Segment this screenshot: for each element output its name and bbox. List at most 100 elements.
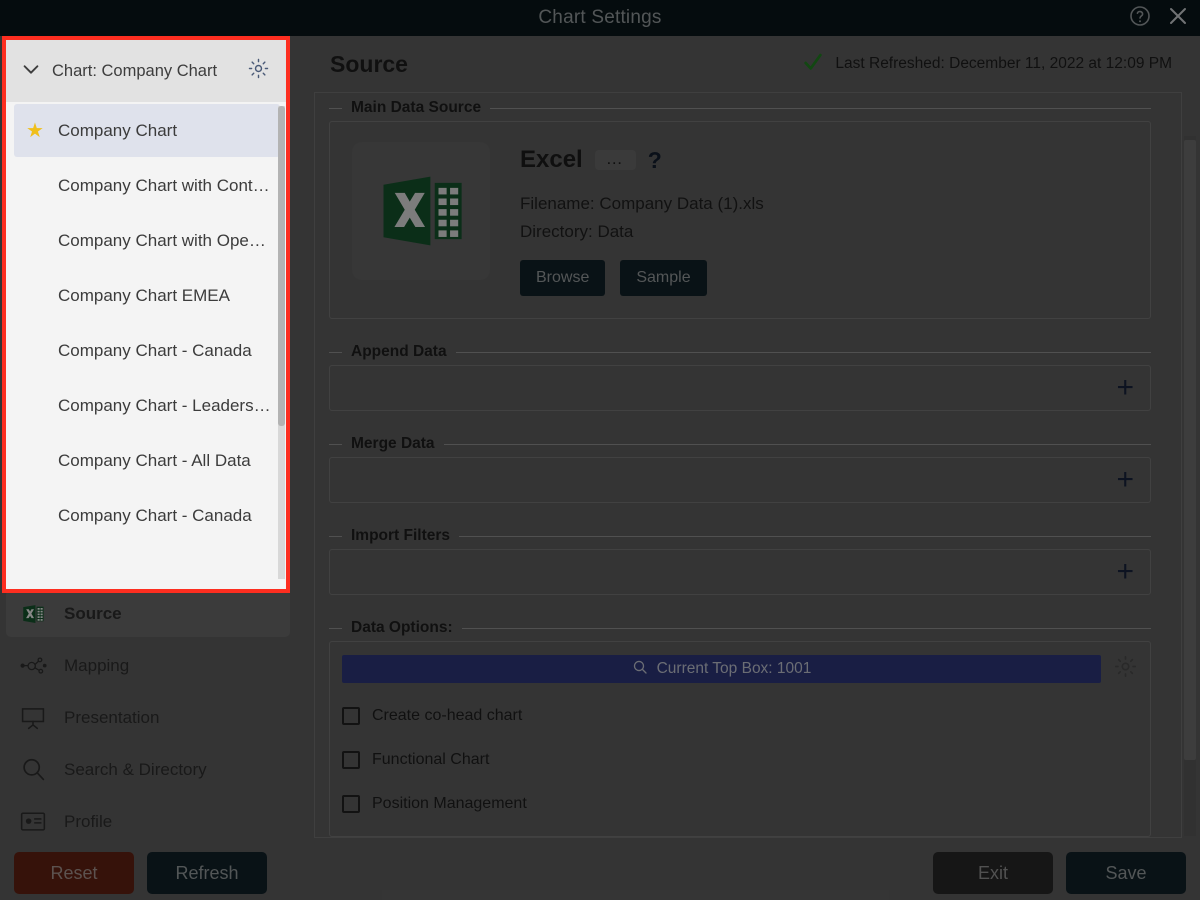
legend-dash-icon bbox=[329, 352, 342, 353]
action-bar: Reset Refresh Exit Save bbox=[0, 846, 1200, 900]
chart-selector-header[interactable]: Chart: Company Chart bbox=[6, 40, 286, 102]
chart-list-item-label: Company Chart - Canada bbox=[58, 341, 252, 361]
search-icon bbox=[18, 755, 48, 785]
checkbox-functional-chart[interactable]: Functional Chart bbox=[342, 738, 1138, 782]
legend-rule bbox=[444, 444, 1151, 445]
chart-list-item[interactable]: Company Chart with Cont… bbox=[14, 159, 280, 212]
sidebar-item-search-directory[interactable]: Search & Directory bbox=[6, 746, 290, 793]
chart-list-item[interactable]: ★ Company Chart bbox=[14, 104, 280, 157]
green-check-icon bbox=[802, 51, 824, 78]
current-top-box-button[interactable]: Current Top Box: 1001 bbox=[342, 655, 1101, 683]
sidebar-nav: Source Mapping bbox=[0, 585, 300, 850]
chart-list-item[interactable]: Company Chart - Leaders… bbox=[14, 379, 280, 432]
section-legend: Main Data Source bbox=[329, 99, 1151, 117]
main-content: Source Last Refreshed: December 11, 2022… bbox=[300, 36, 1200, 846]
page-title: Source bbox=[330, 51, 408, 78]
legend-rule bbox=[456, 352, 1151, 353]
browse-button[interactable]: Browse bbox=[520, 260, 605, 296]
chart-selector-highlight: Chart: Company Chart ★ Company Chart Com… bbox=[2, 36, 290, 593]
import-filters-list: + bbox=[330, 550, 1150, 594]
presentation-screen-icon bbox=[18, 703, 48, 733]
legend-dash-icon bbox=[329, 108, 342, 109]
sidebar-item-label: Presentation bbox=[64, 708, 159, 728]
legend-dash-icon bbox=[329, 536, 342, 537]
legend-rule bbox=[462, 628, 1151, 629]
search-icon bbox=[632, 659, 648, 680]
section-body: Excel … ? Filename: Company Data (1).xls… bbox=[329, 121, 1151, 319]
refresh-button[interactable]: Refresh bbox=[147, 852, 267, 894]
data-source-name: Excel bbox=[520, 146, 583, 174]
chart-list-item-label: Company Chart - All Data bbox=[58, 451, 251, 471]
chart-settings-dialog: Chart Settings bbox=[0, 0, 1200, 900]
gear-icon[interactable] bbox=[247, 57, 270, 85]
data-source-title-row: Excel … ? bbox=[520, 146, 764, 174]
sidebar-item-label: Mapping bbox=[64, 656, 129, 676]
append-data-list: + bbox=[330, 366, 1150, 410]
checkbox-label: Position Management bbox=[372, 795, 527, 813]
close-icon[interactable] bbox=[1166, 4, 1190, 33]
sidebar-item-profile[interactable]: Profile bbox=[6, 798, 290, 845]
section-body: Current Top Box: 1001 Creat bbox=[329, 641, 1151, 837]
sidebar-item-mapping[interactable]: Mapping bbox=[6, 642, 290, 689]
chart-list-item-label: Company Chart with Cont… bbox=[58, 176, 270, 196]
directory-label: Directory: Data bbox=[520, 222, 764, 242]
data-source-card: Excel … ? Filename: Company Data (1).xls… bbox=[330, 122, 1150, 318]
sample-button[interactable]: Sample bbox=[620, 260, 706, 296]
gear-icon[interactable] bbox=[1113, 654, 1138, 684]
section-main-data-source: Main Data Source bbox=[329, 99, 1151, 319]
reset-button[interactable]: Reset bbox=[14, 852, 134, 894]
data-source-buttons: Browse Sample bbox=[520, 260, 764, 296]
chart-list-item-label: Company Chart EMEA bbox=[58, 286, 230, 306]
window-title: Chart Settings bbox=[538, 7, 661, 29]
sidebar-item-source[interactable]: Source bbox=[6, 590, 290, 637]
section-legend-label: Main Data Source bbox=[351, 99, 481, 117]
main-scrollbar-thumb[interactable] bbox=[1184, 140, 1196, 760]
merge-data-list: + bbox=[330, 458, 1150, 502]
exit-button[interactable]: Exit bbox=[933, 852, 1053, 894]
section-body: + bbox=[329, 549, 1151, 595]
node-graph-icon bbox=[18, 651, 48, 681]
help-question-icon[interactable]: ? bbox=[648, 147, 662, 174]
section-legend-label: Merge Data bbox=[351, 435, 435, 453]
legend-dash-icon bbox=[329, 628, 342, 629]
section-merge-data: Merge Data + bbox=[329, 435, 1151, 503]
chart-list-item[interactable]: Company Chart - Canada bbox=[14, 324, 280, 377]
section-legend: Import Filters bbox=[329, 527, 1151, 545]
sidebar-item-presentation[interactable]: Presentation bbox=[6, 694, 290, 741]
chart-list-item[interactable]: Company Chart EMEA bbox=[14, 269, 280, 322]
id-card-icon bbox=[18, 807, 48, 837]
section-legend: Data Options: bbox=[329, 619, 1151, 637]
section-append-data: Append Data + bbox=[329, 343, 1151, 411]
checkbox-box-icon bbox=[342, 795, 360, 813]
help-circle-icon[interactable] bbox=[1128, 4, 1152, 33]
chart-selector-list[interactable]: ★ Company Chart Company Chart with Cont…… bbox=[14, 102, 286, 581]
last-refreshed-text: Last Refreshed: December 11, 2022 at 12:… bbox=[835, 55, 1172, 73]
add-merge-data-button[interactable]: + bbox=[1116, 465, 1134, 495]
chevron-down-icon[interactable] bbox=[20, 58, 42, 85]
data-source-info: Excel … ? Filename: Company Data (1).xls… bbox=[520, 142, 764, 296]
chart-list-scrollbar-thumb[interactable] bbox=[278, 106, 285, 426]
legend-rule bbox=[459, 536, 1151, 537]
chart-list-item-label: Company Chart - Canada bbox=[58, 506, 252, 526]
excel-icon bbox=[18, 599, 48, 629]
chart-list-item[interactable]: Company Chart with Ope… bbox=[14, 214, 280, 267]
checkbox-label: Create co-head chart bbox=[372, 707, 522, 725]
checkbox-create-co-head-chart[interactable]: Create co-head chart bbox=[342, 694, 1138, 738]
chart-list-item[interactable]: Company Chart - All Data bbox=[14, 434, 280, 487]
sidebar-item-label: Profile bbox=[64, 812, 112, 832]
add-append-data-button[interactable]: + bbox=[1116, 373, 1134, 403]
main-header: Source Last Refreshed: December 11, 2022… bbox=[300, 36, 1200, 92]
chart-list-item-label: Company Chart - Leaders… bbox=[58, 396, 271, 416]
section-legend: Merge Data bbox=[329, 435, 1151, 453]
current-top-box-row: Current Top Box: 1001 bbox=[342, 654, 1138, 684]
section-legend-label: Append Data bbox=[351, 343, 447, 361]
section-legend-label: Data Options: bbox=[351, 619, 453, 637]
add-import-filter-button[interactable]: + bbox=[1116, 557, 1134, 587]
overflow-menu-button[interactable]: … bbox=[595, 150, 636, 170]
chart-list-item[interactable]: Company Chart - Canada bbox=[14, 489, 280, 542]
section-import-filters: Import Filters + bbox=[329, 527, 1151, 595]
sidebar-item-label: Source bbox=[64, 604, 122, 624]
section-legend: Append Data bbox=[329, 343, 1151, 361]
save-button[interactable]: Save bbox=[1066, 852, 1186, 894]
checkbox-position-management[interactable]: Position Management bbox=[342, 782, 1138, 826]
